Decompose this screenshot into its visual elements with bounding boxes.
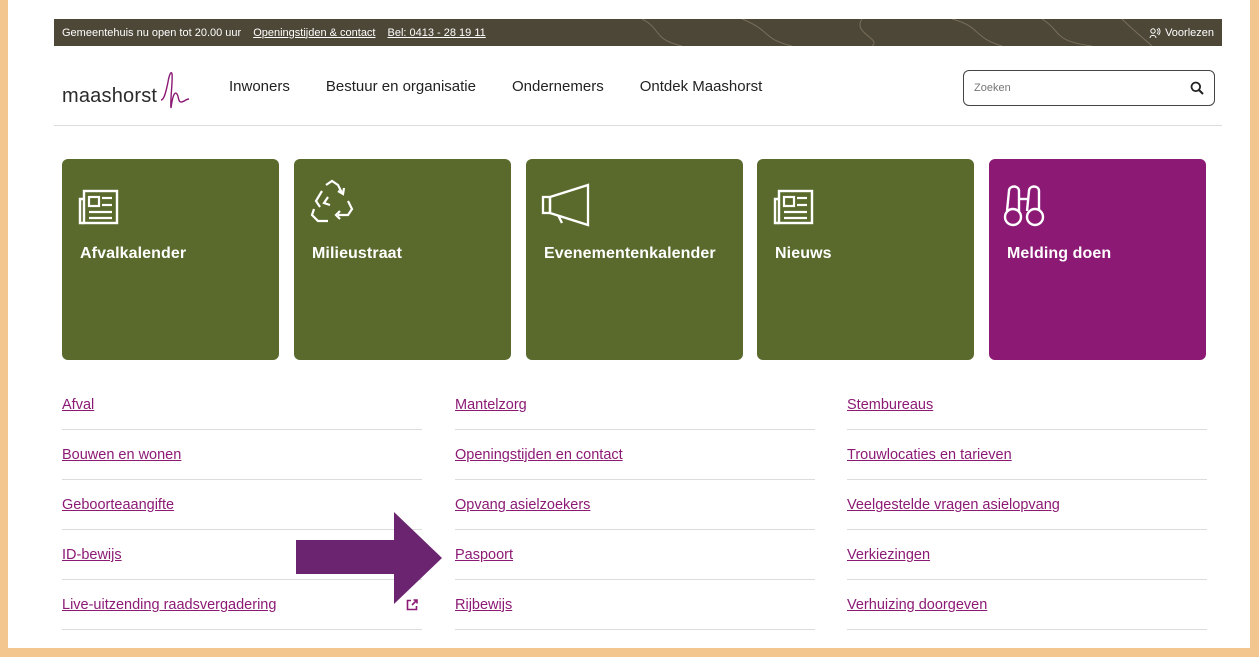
hours-contact-link[interactable]: Openingstijden & contact (253, 27, 375, 39)
read-aloud-label: Voorlezen (1165, 26, 1214, 39)
link-trouwlocaties[interactable]: Trouwlocaties en tarieven (847, 447, 1012, 463)
logo-text: maashorst (62, 85, 158, 107)
link-geboorteaangifte[interactable]: Geboorteaangifte (62, 497, 174, 513)
link-id-bewijs[interactable]: ID-bewijs (62, 547, 122, 563)
site-header: maashorst Inwoners Bestuur en organisati… (54, 46, 1222, 126)
list-item: Mantelzorg (455, 380, 815, 430)
list-item: Paspoort (455, 530, 815, 580)
link-opvang-asielzoekers[interactable]: Opvang asielzoekers (455, 497, 590, 513)
link-stembureaus[interactable]: Stembureaus (847, 397, 933, 413)
link-verhuizing[interactable]: Verhuizing doorgeven (847, 597, 987, 613)
topographic-decoration (641, 19, 1153, 46)
tile-milieustraat[interactable]: Milieustraat (294, 159, 511, 360)
list-item: Verhuizing doorgeven (847, 580, 1207, 630)
nav-item-bestuur[interactable]: Bestuur en organisatie (326, 78, 476, 95)
list-item: Trouwlocaties en tarieven (847, 430, 1207, 480)
list-item: Bouwen en wonen (62, 430, 422, 480)
search-icon (1190, 81, 1204, 95)
list-item: Rijbewijs (455, 580, 815, 630)
links-column-2: Mantelzorg Openingstijden en contact Opv… (455, 380, 815, 630)
logo-mark-icon (160, 72, 190, 109)
list-item: Verkiezingen (847, 530, 1207, 580)
page-frame: Gemeentehuis nu open tot 20.00 uur Openi… (8, 0, 1250, 648)
newspaper-icon (78, 189, 119, 225)
tile-label: Afvalkalender (80, 245, 187, 262)
tile-label: Nieuws (775, 245, 832, 262)
search-input[interactable] (974, 73, 1180, 103)
phone-link[interactable]: Bel: 0413 - 28 19 11 (388, 27, 486, 39)
binoculars-icon (1003, 185, 1045, 227)
list-item: Opvang asielzoekers (455, 480, 815, 530)
tile-nieuws[interactable]: Nieuws (757, 159, 974, 360)
highlight-arrow-icon (296, 512, 442, 604)
nav-item-ontdek[interactable]: Ontdek Maashorst (640, 78, 763, 95)
link-rijbewijs[interactable]: Rijbewijs (455, 597, 512, 613)
tile-evenementenkalender[interactable]: Evenementenkalender (526, 159, 743, 360)
link-openingstijden[interactable]: Openingstijden en contact (455, 447, 623, 463)
top-bar: Gemeentehuis nu open tot 20.00 uur Openi… (54, 19, 1222, 46)
nav-item-ondernemers[interactable]: Ondernemers (512, 78, 604, 95)
newspaper-icon (773, 189, 814, 225)
logo[interactable]: maashorst (62, 68, 192, 109)
link-live-uitzending[interactable]: Live-uitzending raadsvergadering (62, 597, 276, 613)
tile-afvalkalender[interactable]: Afvalkalender (62, 159, 279, 360)
link-mantelzorg[interactable]: Mantelzorg (455, 397, 527, 413)
link-bouwen-en-wonen[interactable]: Bouwen en wonen (62, 447, 181, 463)
main-nav: Inwoners Bestuur en organisatie Ondernem… (229, 78, 798, 95)
list-item: Afval (62, 380, 422, 430)
search-button[interactable] (1180, 71, 1214, 105)
tile-label: Milieustraat (312, 245, 403, 262)
link-paspoort[interactable]: Paspoort (455, 547, 513, 563)
links-column-3: Stembureaus Trouwlocaties en tarieven Ve… (847, 380, 1207, 630)
megaphone-icon (541, 183, 590, 227)
tile-melding-doen[interactable]: Melding doen (989, 159, 1206, 360)
opening-status: Gemeentehuis nu open tot 20.00 uur (62, 26, 242, 39)
list-item: Stembureaus (847, 380, 1207, 430)
search-box (963, 70, 1215, 106)
list-item: Veelgestelde vragen asielopvang (847, 480, 1207, 530)
recycle-icon (310, 179, 354, 223)
tile-label: Melding doen (1007, 245, 1112, 262)
list-item: Openingstijden en contact (455, 430, 815, 480)
link-veelgestelde-vragen[interactable]: Veelgestelde vragen asielopvang (847, 497, 1060, 513)
tile-label: Evenementenkalender (544, 245, 716, 262)
link-verkiezingen[interactable]: Verkiezingen (847, 547, 930, 563)
nav-item-inwoners[interactable]: Inwoners (229, 78, 290, 95)
read-aloud-button[interactable]: Voorlezen (1149, 19, 1214, 46)
speaker-icon (1149, 27, 1161, 38)
link-afval[interactable]: Afval (62, 397, 94, 413)
